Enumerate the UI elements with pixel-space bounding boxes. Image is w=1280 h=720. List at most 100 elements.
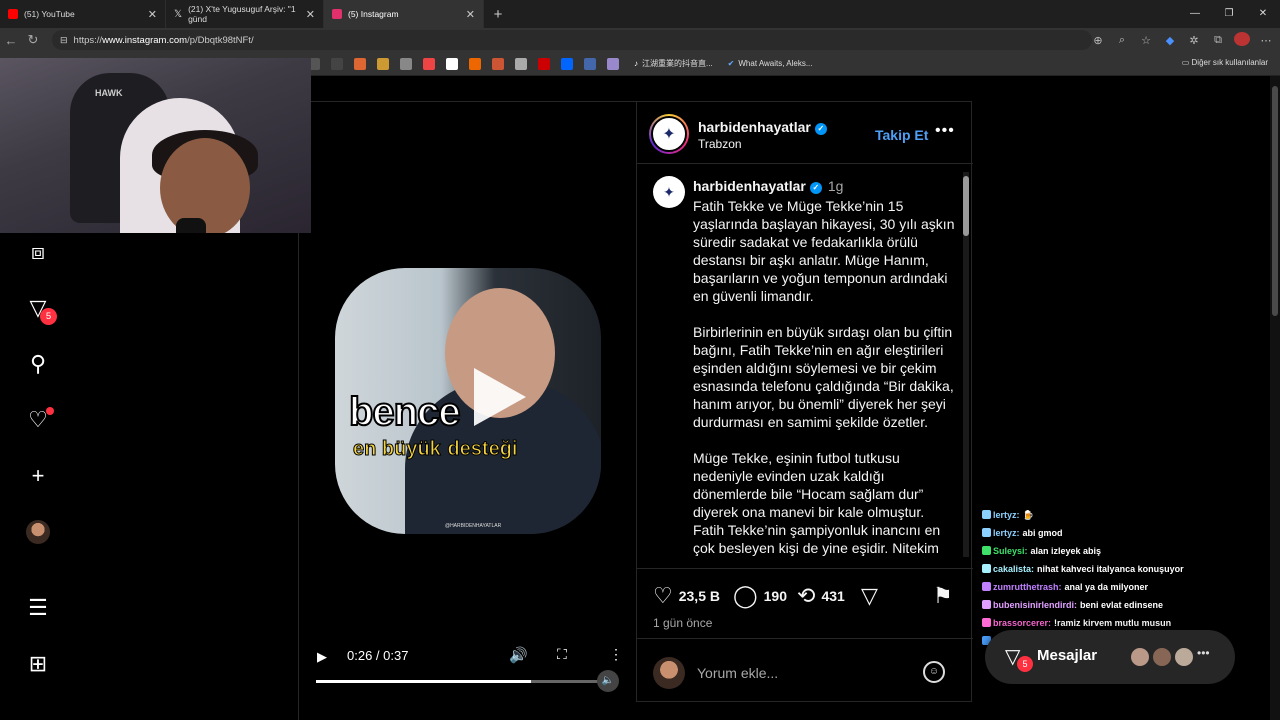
search-icon[interactable]: ⚲ [24,350,52,378]
tab-label: (21) X'te Yugusuguf Arşiv: "1 günd [188,4,296,24]
chat-text: anal ya da milyoner [1064,582,1149,592]
chat-message: Suleysi: alan izleyek abiş [982,542,1222,560]
chat-message: zumrutthetrash: anal ya da milyoner [982,578,1222,596]
author-username[interactable]: harbidenhayatlar ✓ [698,119,827,135]
bookmark-icon[interactable] [515,57,527,70]
like-button[interactable]: ♡ 23,5 B [653,583,720,609]
bookmark-star-icon: ✔ [727,59,735,68]
mute-toggle-icon[interactable]: 🔈 [597,670,619,692]
follow-button[interactable]: Takip Et [875,127,928,143]
sparkle-logo-icon: ✦ [651,116,687,152]
also-from-meta-icon[interactable]: ⊞ [24,650,52,678]
volume-icon[interactable]: 🔊 [509,646,528,664]
caption-username[interactable]: harbidenhayatlar ✓ 1g [693,178,843,194]
favorite-star-icon[interactable]: ☆ [1138,34,1154,47]
chat-message: lertyz: 🍺 [982,506,1222,524]
x-logo-icon: 𝕏 [174,8,183,20]
caption-avatar[interactable]: ✦ [653,176,685,208]
chat-username: zumrutthetrash: [993,582,1062,592]
more-menu-icon[interactable]: ☰ [24,594,52,622]
bookmark-icon[interactable] [446,57,458,70]
close-icon[interactable]: ✕ [148,8,157,21]
page-scrollbar[interactable] [1270,76,1280,720]
other-bookmarks[interactable]: ▭ Diğer sık kullanılanlar [1182,58,1268,67]
fullscreen-icon[interactable]: ⛶ [557,646,567,663]
minimize-icon[interactable]: — [1178,0,1212,28]
post-actions: ♡ 23,5 B ◯ 190 ⟲ 431 ▽ ⚑ 1 gün önce [637,568,973,638]
bookmark-icon[interactable] [538,57,550,70]
app-install-icon[interactable]: ⊕ [1090,34,1106,47]
close-icon[interactable]: ✕ [466,8,475,21]
bookmark-icon[interactable] [469,57,481,70]
video-thumbnail: bence en büyük desteği @HARBIDENHAYATLAR [335,268,601,534]
bookmark-icon[interactable] [423,57,435,70]
bookmark-icon[interactable] [492,57,504,70]
tab-youtube[interactable]: (51) YouTube ✕ [0,0,166,28]
post-modal: bence en büyük desteği @HARBIDENHAYATLAR… [298,101,973,702]
post-details-panel: ✦ harbidenhayatlar ✓ Trabzon Takip Et •••… [636,102,973,702]
chat-badge-icon [982,582,991,591]
menu-dots-icon[interactable]: ⋯ [1258,34,1274,47]
close-window-icon[interactable]: ✕ [1246,0,1280,28]
bookmark-icon[interactable] [584,57,596,70]
post-options-icon[interactable]: ••• [935,122,955,140]
create-plus-icon[interactable]: + [24,462,52,490]
reload-icon[interactable]: ↻ [22,32,44,48]
extensions-icon[interactable]: ✲ [1186,34,1202,47]
bookmark-tiktok[interactable]: ♪ 江湖重業的抖音直... [634,58,713,69]
chat-badge-icon [982,510,991,519]
close-icon[interactable]: ✕ [306,8,315,21]
comment-input[interactable]: Yorum ekle... [697,665,778,681]
video-options-icon[interactable]: ⋮ [609,646,623,663]
site-info-icon[interactable]: ⊟ [60,35,68,46]
tab-label: (5) Instagram [348,9,399,19]
url-field[interactable]: ⊟ https://www.instagram.com/p/Dbqtk98tNF… [52,30,1092,50]
emoji-icon[interactable]: ☺ [923,661,945,683]
bookmark-icon: ⚑ [933,583,953,608]
video-caption-line1: bence [348,389,462,435]
more-icon[interactable]: ••• [1197,646,1210,660]
bookmark-icon[interactable] [377,57,389,70]
new-tab-button[interactable]: + [484,6,512,23]
bookmark-icon[interactable] [607,57,619,70]
profile-icon[interactable] [1234,31,1250,49]
save-button[interactable]: ⚑ [933,583,953,609]
chat-text: abi gmod [1022,528,1063,538]
video-progress-fill [316,680,531,683]
video-progress-bar[interactable] [316,680,606,683]
instagram-page: ⧈ ▽ 5 ⚲ ♡ + ☰ ⊞ bence en büyük desteği @… [0,58,1280,720]
chat-username: Suleysi: [993,546,1028,556]
repost-button[interactable]: ⟲ 431 [797,583,845,609]
zoom-icon[interactable]: ⌕ [1114,34,1130,47]
toolbar-icons: ⊕ ⌕ ☆ ◆ ✲ ⧉ ⋯ [1090,28,1274,52]
play-icon[interactable] [474,368,526,426]
author-avatar[interactable]: ✦ [649,114,689,154]
share-button[interactable]: ▽ [861,583,878,609]
collections-icon[interactable]: ⧉ [1210,34,1226,47]
back-icon[interactable]: ← [0,33,22,48]
bookmark-what-awaits[interactable]: ✔ What Awaits, Aleks... [728,59,813,68]
tab-instagram[interactable]: (5) Instagram ✕ [324,0,484,28]
bookmark-icon[interactable] [354,57,366,70]
messages-badge: 5 [1017,656,1033,672]
bookmark-x-icon[interactable] [331,57,343,70]
bookmark-icon[interactable] [400,57,412,70]
chat-username: lertyz: [993,528,1020,538]
messages-pill[interactable]: ▽ 5 Mesajlar ••• [985,630,1235,684]
tab-x[interactable]: 𝕏 (21) X'te Yugusuguf Arşiv: "1 günd ✕ [166,0,324,28]
video-player[interactable]: bence en büyük desteği @HARBIDENHAYATLAR… [299,102,636,702]
reels-icon[interactable]: ⧈ [24,238,52,266]
caption-scrollbar[interactable] [963,172,969,557]
window-controls: — ❐ ✕ [1178,0,1280,28]
bookmark-icon[interactable] [561,57,573,70]
stream-chat: lertyz: 🍺 lertyz: abi gmod Suleysi: alan izle… [982,506,1222,650]
copilot-icon[interactable]: ◆ [1162,34,1178,47]
youtube-icon [8,9,18,19]
maximize-icon[interactable]: ❐ [1212,0,1246,28]
play-button[interactable]: ▶ [317,649,327,665]
profile-avatar[interactable] [26,520,50,544]
comment-button[interactable]: ◯ 190 [733,583,787,609]
chat-badge-icon [982,564,991,573]
tab-bar: (51) YouTube ✕ 𝕏 (21) X'te Yugusuguf Arş… [0,0,1280,28]
post-location[interactable]: Trabzon [698,137,742,151]
